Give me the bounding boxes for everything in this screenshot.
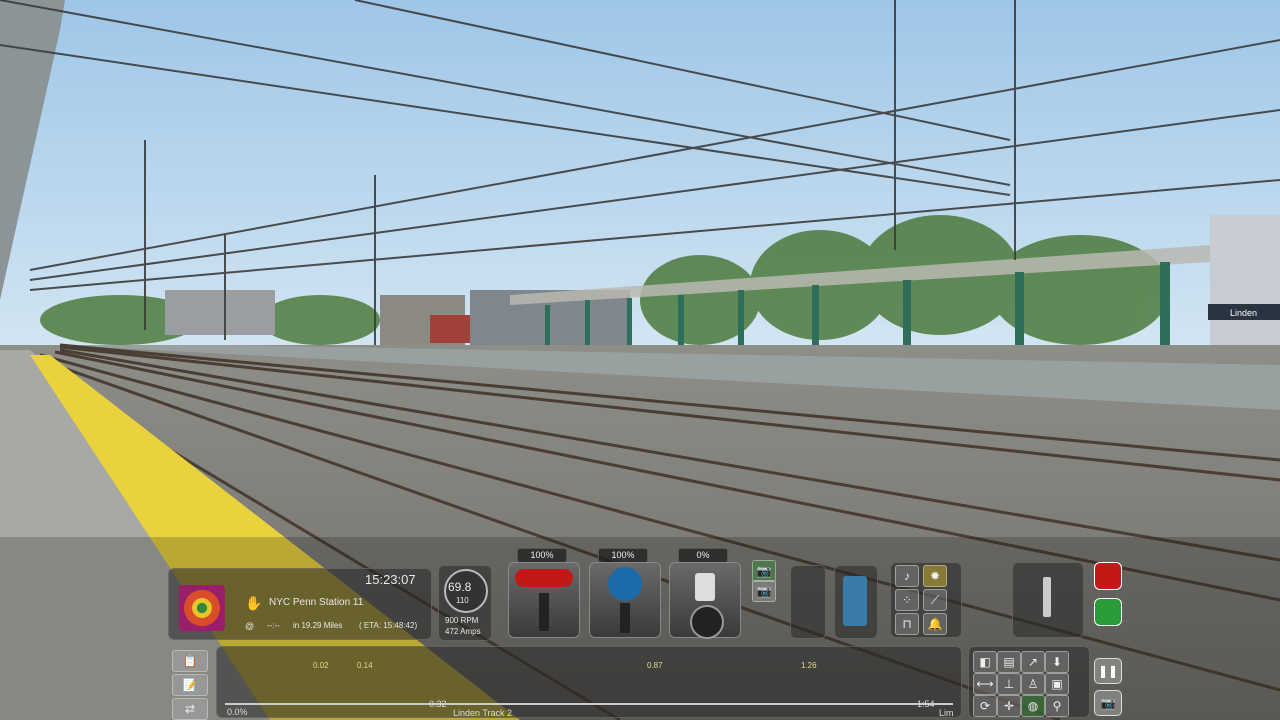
reverser-lever[interactable] [669, 562, 741, 639]
door-control[interactable] [1012, 562, 1084, 638]
map-icon[interactable]: 📋 [172, 650, 208, 672]
throttle-percent: 100% [517, 548, 567, 563]
green-key-icon[interactable] [1094, 598, 1122, 626]
camera-control-grid: ◧ ▤ ↗ ⬇ ⟷ ⊥ ♙ ▣ ⟳ ✛ ◍ ⚲ [968, 646, 1090, 718]
aux-control-1[interactable] [790, 565, 826, 639]
aux-indicator [843, 576, 867, 626]
track-monitor: 0.02 0.14 0.87 1.26 0.0% 0.32 Linden Tra… [216, 646, 962, 718]
aux-control-2[interactable] [834, 565, 878, 639]
train-brake-lever[interactable] [589, 562, 661, 638]
pause-icon[interactable]: ❚❚ [1094, 658, 1122, 684]
building [165, 290, 275, 335]
eta-label: ( ETA: 15:48:42) [359, 621, 418, 630]
camera-coupling-icon[interactable]: ⟷ [973, 673, 997, 695]
function-grid: ♪ ✹ ⁘ ⟋ ⊓ 🔔 [890, 562, 962, 638]
track-tick: 0.14 [357, 661, 373, 670]
reverser-switch[interactable] [695, 573, 715, 601]
train-info-panel: ✋ NYC Penn Station 11 15:23:07 @ --:-- i… [168, 568, 432, 640]
wiper-icon[interactable]: ⟋ [923, 589, 947, 611]
camera-screenshot-icon[interactable]: 📷 [1094, 690, 1122, 716]
brake-percent: 100% [598, 548, 648, 563]
brake-slot [620, 603, 630, 633]
camera-alt-icon[interactable]: 📷 [752, 580, 776, 602]
emergency-brake-icon[interactable] [1094, 562, 1122, 590]
pin-icon[interactable]: ⚲ [1045, 695, 1069, 717]
light-icon[interactable]: ✹ [923, 565, 947, 587]
compass-icon[interactable] [179, 585, 225, 631]
camera-chase-icon[interactable]: ↗ [1021, 651, 1045, 673]
throttle-lever[interactable] [508, 562, 580, 638]
track-tick: 1.26 [801, 661, 817, 670]
track-scale-mid: 0.32 [429, 699, 447, 709]
track-scale-end: 1:54 [917, 699, 935, 709]
flag-mural [430, 315, 470, 343]
track-tick: 0.87 [647, 661, 663, 670]
sander-icon[interactable]: ⁘ [895, 589, 919, 611]
speed-value: 69.8 [448, 580, 472, 594]
camera-head-icon[interactable]: ▤ [997, 651, 1021, 673]
camera-passenger-icon[interactable]: ♙ [1021, 673, 1045, 695]
next-station-label: NYC Penn Station 11 [269, 597, 364, 608]
camera-free-icon[interactable]: ▣ [1045, 673, 1069, 695]
track-progress-line [225, 703, 953, 705]
distance-label: in 19.29 Miles [293, 621, 343, 630]
station-sign-text: Linden [1230, 308, 1257, 318]
track-scale-unit: Lim [939, 708, 954, 718]
clock: 15:23:07 [365, 572, 416, 587]
camera-cab-icon[interactable]: ◧ [973, 651, 997, 673]
bell-icon[interactable]: 🔔 [923, 613, 947, 635]
reverser-percent: 0% [678, 548, 728, 563]
route-icon[interactable]: ⇄ [172, 698, 208, 720]
next-stop-dash: --:-- [267, 621, 280, 630]
track-scale-start: 0.0% [227, 707, 248, 717]
horn-icon[interactable]: ♪ [895, 565, 919, 587]
door-handle[interactable] [1043, 577, 1051, 617]
track-name: Linden Track 2 [453, 708, 513, 718]
brake-handle[interactable] [608, 567, 642, 601]
throttle-slot [539, 593, 549, 631]
camera-trackside-icon[interactable]: ⊥ [997, 673, 1021, 695]
speed-limit: 110 [456, 596, 469, 605]
amps-readout: 472 Amps [445, 627, 481, 636]
globe-icon[interactable]: ◍ [1021, 695, 1045, 717]
at-symbol: @ [245, 621, 255, 631]
camera-down-icon[interactable]: ⬇ [1045, 651, 1069, 673]
camera-icon[interactable]: 📷 [752, 560, 776, 582]
speedometer-panel: 69.8 110 900 RPM 472 Amps [438, 565, 492, 641]
camera-rotate-icon[interactable]: ⟳ [973, 695, 997, 717]
rpm-readout: 900 RPM [445, 616, 479, 625]
track-tick: 0.02 [313, 661, 329, 670]
pantograph-icon[interactable]: ⊓ [895, 613, 919, 635]
notes-icon[interactable]: 📝 [172, 674, 208, 696]
reverser-knob[interactable] [690, 605, 724, 639]
hand-icon[interactable]: ✋ [245, 595, 262, 612]
camera-move-icon[interactable]: ✛ [997, 695, 1021, 717]
throttle-handle[interactable] [515, 569, 573, 587]
